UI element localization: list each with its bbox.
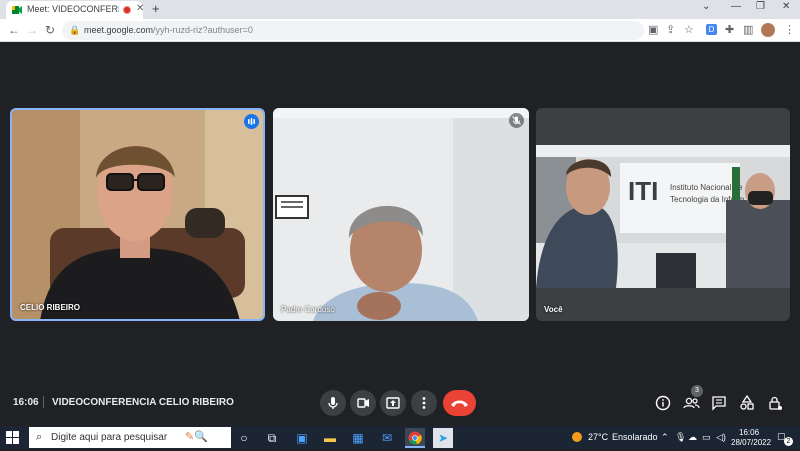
chat-button[interactable]	[709, 393, 729, 413]
reload-icon[interactable]: ↻	[45, 23, 55, 37]
mail-icon[interactable]: ✉	[377, 428, 397, 448]
side-panel-icon[interactable]: ▥	[743, 23, 753, 37]
weather-desc[interactable]: Ensolarado	[612, 432, 658, 442]
host-controls-button[interactable]	[765, 393, 785, 413]
video-feed	[273, 108, 529, 321]
info-icon	[655, 395, 671, 411]
bookmark-star-icon[interactable]: ☆	[684, 23, 694, 37]
chat-icon	[712, 396, 726, 411]
forward-icon[interactable]: →	[26, 23, 38, 37]
weather-temp[interactable]: 27°C	[588, 432, 608, 442]
windows-taskbar: ⌕ Digite aqui para pesquisar ✎🔍 ○ ⧉ ▣ ▬ …	[0, 426, 800, 449]
tab-search-icon[interactable]: ⌄	[702, 1, 710, 12]
divider	[43, 396, 44, 408]
search-icon: ⌕	[36, 431, 43, 443]
sun-weather-icon	[572, 432, 582, 442]
tray-clock-date[interactable]: 28/07/2022	[731, 438, 771, 447]
tray-network-icon[interactable]: ▭	[702, 432, 711, 443]
new-tab-button[interactable]: +	[152, 1, 160, 16]
browser-toolbar: ← → ↻ 🔒 meet.google.com/yyh-ruzd-riz?aut…	[0, 19, 800, 42]
share-icon[interactable]: ⇪	[666, 23, 675, 37]
tray-cloud-icon[interactable]: ☁	[688, 432, 697, 443]
camera-permission-icon[interactable]: ▣	[648, 23, 658, 37]
tray-mic-icon[interactable]: 🎙	[675, 432, 686, 443]
present-screen-button[interactable]	[380, 390, 406, 416]
meeting-details-button[interactable]	[653, 393, 673, 413]
meet-favicon-icon	[12, 6, 22, 14]
speaking-indicator-icon	[244, 114, 259, 129]
svg-text:ITI: ITI	[628, 176, 658, 206]
mic-button[interactable]	[320, 390, 346, 416]
taskbar-app-icon[interactable]: ▣	[292, 428, 312, 448]
browser-tab[interactable]: Meet: VIDEOCONFERENCIA ✕	[6, 1, 144, 19]
lock-person-icon	[769, 396, 782, 410]
minimize-icon[interactable]: —	[731, 1, 741, 12]
cortana-icon[interactable]: ○	[234, 428, 254, 448]
tab-close-icon[interactable]: ✕	[136, 3, 144, 14]
telegram-icon[interactable]: ➤	[433, 428, 453, 448]
activities-button[interactable]	[737, 393, 757, 413]
task-view-icon[interactable]: ⧉	[262, 428, 282, 448]
browser-tabstrip: Meet: VIDEOCONFERENCIA ✕ + ⌄ — ❐ ✕	[0, 0, 800, 19]
extensions-puzzle-icon[interactable]: ✚	[725, 23, 734, 37]
meeting-title: VIDEOCONFERENCIA CELIO RIBEIRO	[52, 397, 234, 408]
microsoft-store-icon[interactable]: ▦	[348, 428, 368, 448]
chrome-taskbar-icon[interactable]	[405, 428, 425, 448]
tray-chevron-icon[interactable]: ⌃	[661, 432, 669, 443]
windows-start-icon[interactable]	[6, 431, 19, 444]
mic-icon	[328, 397, 338, 409]
notification-count-badge: 2	[784, 437, 793, 446]
camera-icon	[357, 398, 369, 408]
participant-name: Padre Cardoso	[281, 305, 335, 314]
search-placeholder: Digite aqui para pesquisar	[51, 432, 168, 443]
maximize-icon[interactable]: ❐	[756, 1, 765, 12]
participant-tile[interactable]: Padre Cardoso	[273, 108, 529, 321]
video-feed: ITI Instituto Nacional de Tecnologia da …	[536, 145, 790, 288]
muted-mic-icon	[509, 113, 524, 128]
leave-call-button[interactable]	[443, 390, 476, 416]
more-vert-icon	[422, 397, 426, 409]
extension-d-icon[interactable]: D	[706, 24, 717, 35]
more-options-button[interactable]	[411, 390, 437, 416]
back-icon[interactable]: ←	[8, 23, 20, 37]
present-screen-icon	[386, 397, 400, 409]
chrome-icon	[408, 431, 422, 445]
menu-kebab-icon[interactable]: ⋮	[784, 23, 795, 37]
participant-name-self: Você	[544, 305, 563, 314]
search-highlight-icon: ✎🔍	[185, 431, 208, 443]
tab-title: Meet: VIDEOCONFERENCIA	[27, 4, 119, 14]
tray-clock-time[interactable]: 16:06	[739, 428, 759, 437]
meeting-clock: 16:06	[13, 397, 39, 408]
hang-up-icon	[451, 400, 468, 407]
people-count-badge: 3	[691, 385, 703, 397]
video-feed	[12, 110, 263, 319]
profile-avatar[interactable]	[761, 23, 775, 37]
address-bar[interactable]: 🔒 meet.google.com/yyh-ruzd-riz?authuser=…	[62, 21, 644, 40]
participant-name: CELIO RIBEIRO	[20, 303, 81, 312]
participant-tile-self[interactable]: ITI Instituto Nacional de Tecnologia da …	[536, 108, 790, 321]
taskbar-search-box[interactable]: ⌕ Digite aqui para pesquisar ✎🔍	[29, 427, 231, 448]
camera-button[interactable]	[350, 390, 376, 416]
participant-tile[interactable]: CELIO RIBEIRO	[10, 108, 265, 321]
recording-indicator-icon	[123, 6, 131, 14]
file-explorer-icon[interactable]: ▬	[320, 428, 340, 448]
tray-volume-icon[interactable]: ◁)	[716, 432, 726, 443]
url-text: meet.google.com/yyh-ruzd-riz?authuser=0	[84, 25, 253, 35]
lock-icon: 🔒	[69, 25, 81, 35]
activities-icon	[740, 394, 754, 410]
close-window-icon[interactable]: ✕	[782, 1, 790, 12]
